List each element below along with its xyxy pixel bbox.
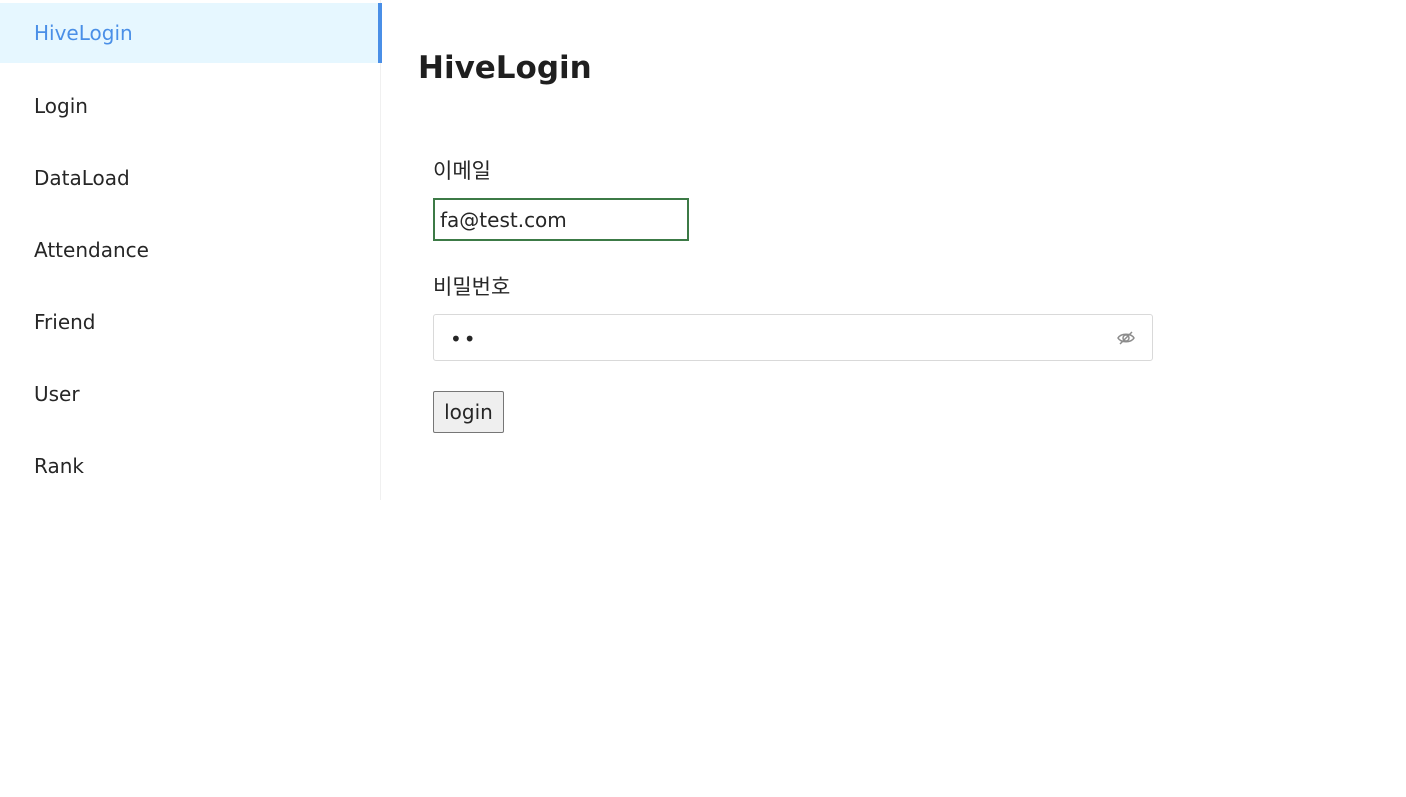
page-title: HiveLogin: [418, 50, 592, 86]
sidebar-item-rank[interactable]: Rank: [0, 436, 382, 496]
sidebar-item-login[interactable]: Login: [0, 76, 382, 136]
password-label: 비밀번호: [433, 275, 511, 299]
sidebar-item-dataload[interactable]: DataLoad: [0, 148, 382, 208]
sidebar-item-user[interactable]: User: [0, 364, 382, 424]
password-field-wrapper: [433, 314, 1153, 362]
login-button[interactable]: login: [433, 391, 504, 433]
eye-invisible-icon[interactable]: [1116, 328, 1136, 348]
sidebar-item-attendance[interactable]: Attendance: [0, 220, 382, 280]
password-field[interactable]: [448, 315, 1092, 362]
email-label: 이메일: [433, 159, 491, 183]
main-content: HiveLogin 이메일 비밀번호 login: [382, 0, 1406, 797]
email-field[interactable]: [433, 198, 689, 241]
sidebar-menu: HiveLogin Login DataLoad Attendance Frie…: [0, 0, 382, 500]
sidebar-item-friend[interactable]: Friend: [0, 292, 382, 352]
sidebar-item-hivelogin[interactable]: HiveLogin: [0, 3, 382, 63]
